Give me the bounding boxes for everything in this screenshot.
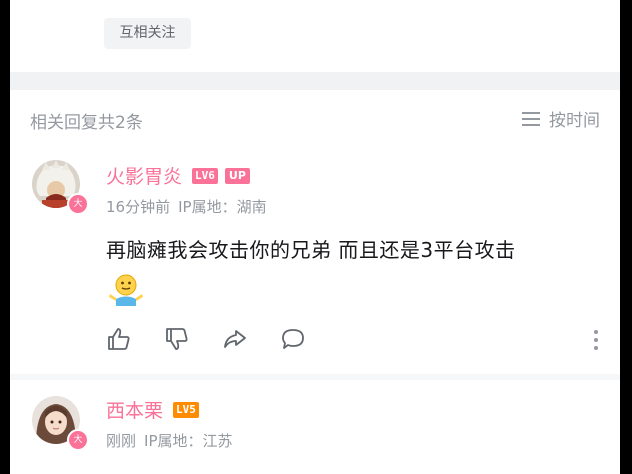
user-name[interactable]: 西本栗 [106, 396, 163, 423]
level-badge: LV6 [192, 167, 218, 184]
share-icon[interactable] [222, 326, 248, 352]
avatar[interactable]: 大 [32, 396, 89, 451]
comment-time: 刚刚 [106, 432, 137, 450]
comment-time: 16分钟前 [106, 198, 171, 216]
user-name[interactable]: 火影胃炎 [106, 162, 182, 189]
level-badge: LV5 [173, 401, 199, 418]
avatar[interactable]: 大 [32, 160, 89, 215]
mutual-follow-tag[interactable]: 互相关注 [104, 18, 191, 49]
more-icon[interactable] [592, 328, 600, 352]
reply-count-label: 相关回复共2条 [30, 113, 143, 133]
comment-actions [106, 326, 600, 356]
up-badge: UP [224, 167, 250, 184]
name-row: 火影胃炎 LV6 UP [106, 162, 250, 189]
shrug-emoji-icon [109, 274, 143, 306]
vip-badge-icon: 大 [67, 193, 89, 215]
comment-meta: 刚刚 IP属地：江苏 [106, 430, 233, 451]
thumbs-up-icon[interactable] [106, 326, 132, 352]
comment-meta: 16分钟前 IP属地：湖南 [106, 196, 267, 217]
comment-item: 大 火影胃炎 LV6 UP 16分钟前 IP属地：湖南 再脑瘫我会攻击你的兄弟 而… [10, 150, 620, 374]
vip-badge-icon: 大 [67, 429, 89, 451]
ip-location: IP属地：江苏 [144, 432, 233, 450]
sort-by-time-button[interactable]: 按时间 [521, 106, 600, 131]
comment-text: 再脑瘫我会攻击你的兄弟 而且还是3平台攻击 [106, 238, 516, 262]
sort-label: 按时间 [549, 111, 600, 131]
ip-location: IP属地：湖南 [178, 198, 267, 216]
sort-icon [522, 111, 540, 126]
comment-icon[interactable] [280, 326, 306, 352]
comment-panel: 互相关注 相关回复共2条 按时间 大 火影胃炎 LV6 UP 16分钟前 IP属… [10, 0, 620, 474]
follow-row: 互相关注 [10, 0, 620, 72]
thumbs-down-icon[interactable] [164, 326, 190, 352]
section-divider [10, 72, 620, 90]
comment-item: 大 西本栗 LV5 刚刚 IP属地：江苏 [10, 380, 620, 474]
reply-header: 相关回复共2条 按时间 [10, 90, 620, 150]
name-row: 西本栗 LV5 [106, 396, 199, 423]
